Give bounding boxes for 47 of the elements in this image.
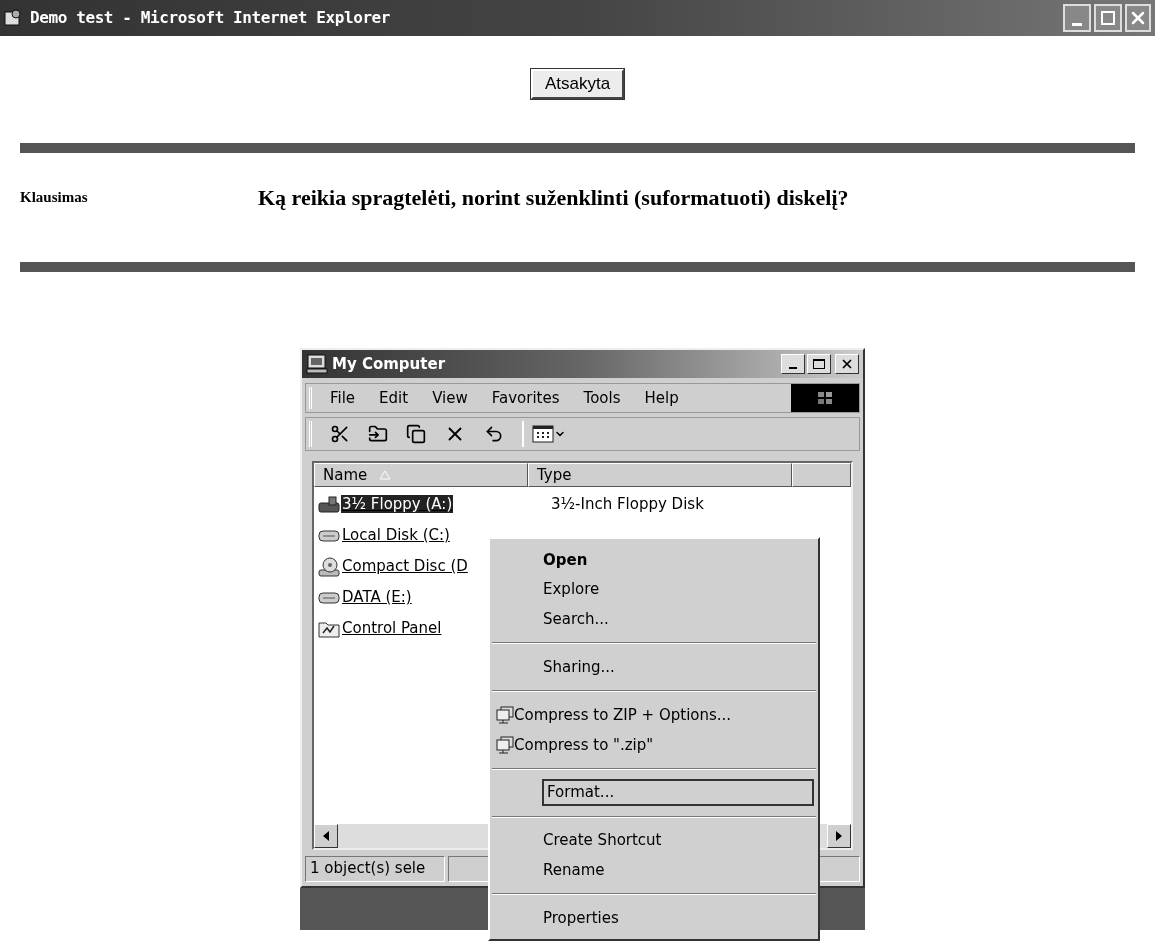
right-arrow-icon bbox=[835, 831, 843, 841]
drive-item[interactable]: 3½ Floppy (A:) bbox=[341, 493, 531, 516]
context-menu-item[interactable]: Sharing... bbox=[542, 656, 615, 679]
scroll-right-button[interactable] bbox=[827, 824, 851, 848]
type-cell-text: 3½-Inch Floppy Disk bbox=[551, 494, 704, 516]
copy-to-icon[interactable] bbox=[406, 424, 426, 444]
computer-icon bbox=[306, 354, 328, 374]
move-to-icon[interactable] bbox=[368, 424, 388, 444]
sort-arrow-icon bbox=[379, 470, 392, 480]
hard-drive-icon bbox=[318, 528, 340, 543]
context-menu-item[interactable]: Compress to ZIP + Options... bbox=[513, 703, 732, 727]
context-menu-item[interactable]: Format... bbox=[542, 779, 814, 806]
cut-icon[interactable] bbox=[330, 424, 350, 444]
context-menu-item[interactable]: Open bbox=[542, 548, 588, 572]
menu-item[interactable]: Tools bbox=[583, 386, 621, 410]
status-text: 1 object(s) sele bbox=[305, 856, 445, 882]
undo-icon[interactable] bbox=[484, 424, 504, 444]
context-menu-item[interactable]: Properties bbox=[542, 906, 619, 930]
control-panel-icon bbox=[318, 619, 340, 638]
hard-drive-icon bbox=[318, 590, 340, 605]
menu-item[interactable]: Edit bbox=[379, 386, 409, 410]
computers-icon bbox=[495, 735, 515, 754]
question-text: Ką reikia spragtelėti, norint suženklinti (suformatuoti) diskelį? bbox=[258, 184, 849, 212]
question-label: Klausimas bbox=[20, 188, 89, 208]
explorer-title: My Computer bbox=[332, 353, 446, 375]
menu-item[interactable]: View bbox=[432, 386, 468, 410]
window-title: Demo test - Microsoft Internet Explorer bbox=[30, 7, 391, 29]
column-header[interactable]: Type bbox=[528, 463, 792, 487]
floppy-drive-icon bbox=[318, 495, 340, 514]
cd-drive-icon bbox=[318, 556, 340, 577]
scroll-left-button[interactable] bbox=[314, 824, 338, 848]
close-icon bbox=[840, 357, 854, 371]
menu-item[interactable]: File bbox=[330, 386, 356, 410]
views-icon[interactable] bbox=[532, 425, 566, 443]
computers-icon bbox=[495, 706, 515, 725]
context-menu-item[interactable]: Explore bbox=[542, 578, 600, 601]
menu-item[interactable]: Favorites bbox=[491, 386, 560, 410]
answer-button[interactable]: Atsakyta bbox=[530, 69, 625, 99]
context-menu-item[interactable]: Compress to ".zip" bbox=[513, 733, 654, 757]
left-arrow-icon bbox=[322, 831, 330, 841]
menu-item[interactable]: Help bbox=[644, 386, 679, 410]
context-menu-item[interactable]: Create Shortcut bbox=[542, 829, 662, 852]
drive-item[interactable]: Local Disk (C:) bbox=[341, 524, 531, 547]
browser-icon bbox=[4, 9, 22, 27]
column-header[interactable]: Name bbox=[314, 463, 528, 487]
context-menu-item[interactable]: Rename bbox=[542, 859, 605, 882]
context-menu-item[interactable]: Search... bbox=[542, 608, 609, 631]
